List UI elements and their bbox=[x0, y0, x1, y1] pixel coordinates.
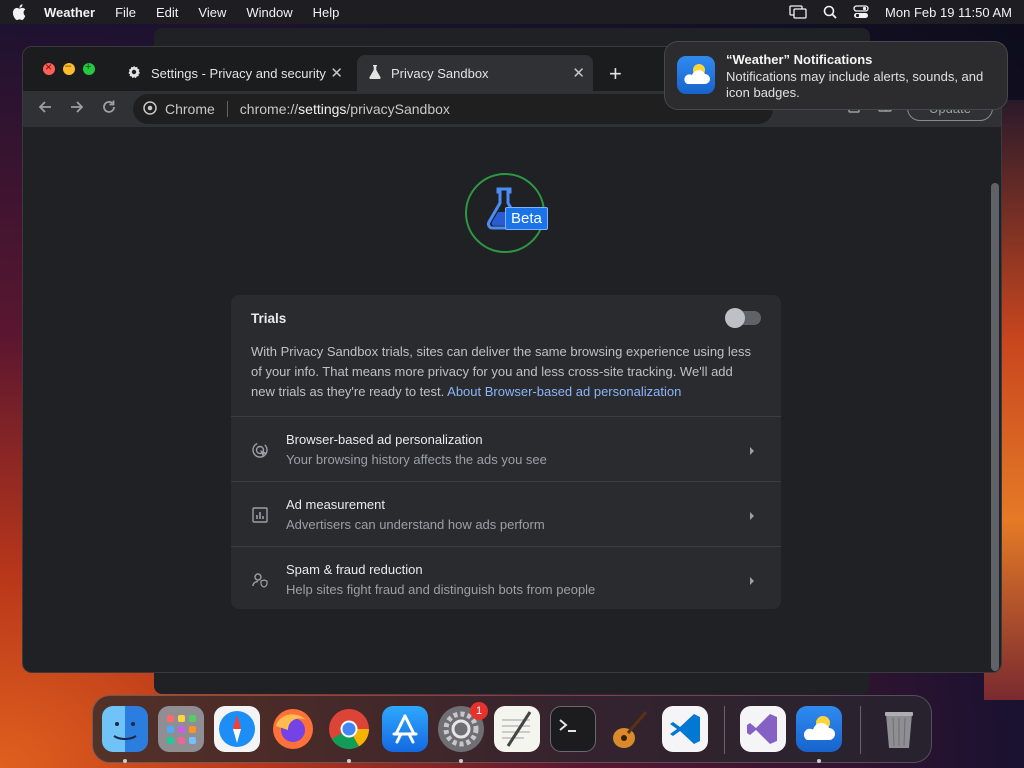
row-title: Ad measurement bbox=[286, 497, 385, 512]
window-controls bbox=[43, 60, 95, 75]
trials-toggle[interactable] bbox=[725, 308, 761, 328]
list-item-ad-measurement[interactable]: Ad measurement Advertisers can understan… bbox=[231, 481, 781, 546]
dock: 1 bbox=[92, 695, 932, 763]
running-indicator bbox=[123, 759, 127, 763]
screen-mirroring-icon[interactable] bbox=[789, 5, 807, 19]
card-title: Trials bbox=[251, 311, 287, 326]
dock-divider bbox=[860, 706, 861, 754]
chevron-right-icon bbox=[749, 573, 755, 591]
toggle-knob bbox=[725, 308, 745, 328]
row-subtitle: Help sites fight fraud and distinguish b… bbox=[286, 582, 596, 597]
notification-title: “Weather” Notifications bbox=[726, 52, 873, 67]
control-center-icon[interactable] bbox=[853, 5, 869, 19]
textedit-icon[interactable] bbox=[494, 706, 540, 752]
row-subtitle: Advertisers can understand how ads perfo… bbox=[286, 517, 545, 532]
dock-divider bbox=[724, 706, 725, 754]
card-description: With Privacy Sandbox trials, sites can d… bbox=[231, 326, 771, 416]
row-title: Browser-based ad personalization bbox=[286, 432, 483, 447]
ad-targeting-icon bbox=[251, 441, 269, 464]
gear-icon bbox=[127, 65, 151, 82]
browser-window: Settings - Privacy and security ✕ Privac… bbox=[22, 46, 1002, 673]
row-title: Spam & fraud reduction bbox=[286, 562, 423, 577]
page-content: Beta Trials With Privacy Sandbox trials,… bbox=[23, 127, 1001, 672]
tab-close-icon[interactable]: ✕ bbox=[330, 64, 343, 82]
omnibox-divider bbox=[226, 101, 228, 117]
app-store-icon[interactable] bbox=[382, 706, 428, 752]
bar-chart-icon bbox=[251, 506, 269, 529]
list-item-ad-personalization[interactable]: Browser-based ad personalization Your br… bbox=[231, 416, 781, 481]
launchpad-icon[interactable] bbox=[158, 706, 204, 752]
menu-window[interactable]: Window bbox=[246, 5, 292, 20]
chrome-app-icon[interactable] bbox=[326, 706, 372, 752]
running-indicator bbox=[817, 759, 821, 763]
finder-icon[interactable] bbox=[102, 706, 148, 752]
card-header: Trials bbox=[231, 295, 781, 328]
chevron-right-icon bbox=[749, 508, 755, 526]
menu-file[interactable]: File bbox=[115, 5, 136, 20]
url-path: /privacySandbox bbox=[346, 101, 450, 117]
arrow-right-icon bbox=[71, 101, 84, 113]
weather-app-icon bbox=[677, 56, 715, 94]
running-indicator bbox=[347, 759, 351, 763]
menu-help[interactable]: Help bbox=[313, 5, 340, 20]
forward-button[interactable] bbox=[69, 99, 85, 115]
tab-close-icon[interactable]: ✕ bbox=[572, 64, 585, 82]
safari-icon[interactable] bbox=[214, 706, 260, 752]
menu-clock[interactable]: Mon Feb 19 11:50 AM bbox=[885, 5, 1012, 20]
url-prefix: chrome:// bbox=[239, 101, 299, 117]
menu-edit[interactable]: Edit bbox=[156, 5, 178, 20]
close-window-button[interactable] bbox=[43, 60, 55, 75]
menu-view[interactable]: View bbox=[198, 5, 226, 20]
running-indicator bbox=[459, 759, 463, 763]
back-button[interactable] bbox=[37, 99, 53, 115]
row-subtitle: Your browsing history affects the ads yo… bbox=[286, 452, 547, 467]
terminal-icon[interactable] bbox=[550, 706, 596, 752]
tab-privacy-sandbox[interactable]: Privacy Sandbox ✕ bbox=[357, 55, 593, 91]
new-tab-button[interactable]: + bbox=[609, 61, 622, 87]
garageband-icon[interactable] bbox=[606, 706, 652, 752]
chrome-icon bbox=[143, 100, 157, 118]
url-text: chrome://settings/privacySandbox bbox=[240, 101, 450, 117]
visual-studio-icon[interactable] bbox=[740, 706, 786, 752]
weather-notification[interactable]: “Weather” Notifications Notifications ma… bbox=[664, 41, 1008, 110]
apple-icon[interactable] bbox=[12, 4, 28, 20]
ad-personalization-link[interactable]: About Browser-based ad personalization bbox=[447, 384, 681, 399]
flask-icon bbox=[369, 64, 391, 82]
url-host: settings bbox=[298, 101, 347, 117]
person-shield-icon bbox=[251, 571, 269, 594]
tab-settings-privacy[interactable]: Settings - Privacy and security ✕ bbox=[117, 55, 351, 91]
firefox-icon[interactable] bbox=[270, 706, 316, 752]
search-icon[interactable] bbox=[823, 5, 837, 19]
notification-badge: 1 bbox=[470, 702, 488, 720]
chevron-right-icon bbox=[749, 443, 755, 461]
reload-button[interactable] bbox=[101, 99, 117, 115]
trash-icon[interactable] bbox=[876, 706, 922, 752]
zoom-window-button[interactable] bbox=[83, 61, 95, 75]
scrollbar[interactable] bbox=[991, 183, 999, 671]
arrow-left-icon bbox=[38, 101, 51, 113]
beta-badge: Beta bbox=[505, 207, 548, 230]
minimize-window-button[interactable] bbox=[63, 60, 75, 75]
trials-card: Trials With Privacy Sandbox trials, site… bbox=[231, 295, 781, 609]
vscode-icon[interactable] bbox=[662, 706, 708, 752]
site-label: Chrome bbox=[165, 101, 215, 117]
notification-body: Notifications may include alerts, sounds… bbox=[726, 69, 984, 100]
tab-title: Privacy Sandbox bbox=[391, 65, 489, 81]
menu-app-name[interactable]: Weather bbox=[44, 5, 95, 20]
menu-bar: Weather File Edit View Window Help Mon F… bbox=[0, 0, 1024, 24]
tab-title: Settings - Privacy and security bbox=[151, 65, 326, 81]
list-item-spam-fraud[interactable]: Spam & fraud reduction Help sites fight … bbox=[231, 546, 781, 611]
reload-icon bbox=[103, 100, 115, 113]
weather-dock-icon[interactable] bbox=[796, 706, 842, 752]
